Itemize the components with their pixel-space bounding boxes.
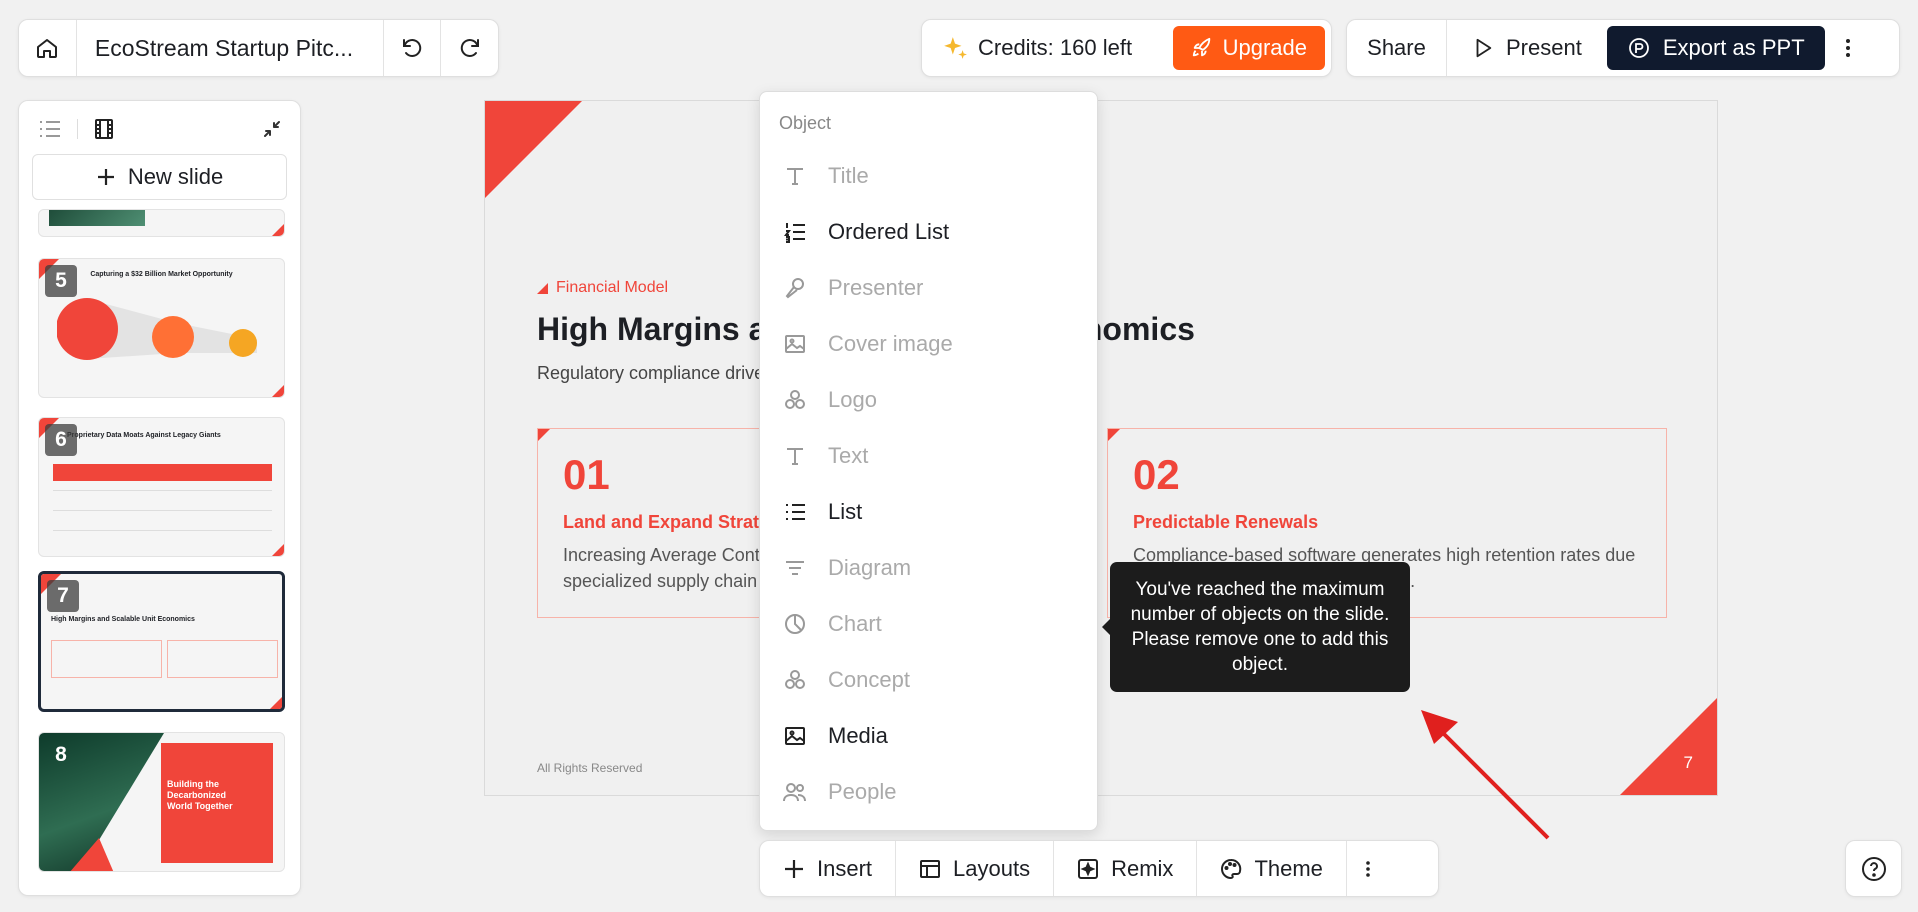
help-icon — [1861, 856, 1887, 882]
remix-button[interactable]: Remix — [1054, 841, 1198, 896]
layouts-button[interactable]: Layouts — [896, 841, 1055, 896]
vertical-dots-icon — [1365, 860, 1371, 878]
theme-label: Theme — [1254, 855, 1323, 881]
theme-button[interactable]: Theme — [1197, 841, 1347, 896]
insert-button[interactable]: Insert — [760, 841, 897, 896]
palette-icon — [1220, 858, 1242, 880]
plus-icon — [783, 858, 805, 880]
insert-label: Insert — [817, 855, 873, 881]
remix-icon — [1077, 858, 1099, 880]
layouts-label: Layouts — [953, 855, 1031, 881]
toolbar-more-button[interactable] — [1347, 841, 1389, 896]
remix-label: Remix — [1111, 855, 1174, 881]
layout-icon — [919, 858, 941, 880]
annotation-arrow — [1421, 710, 1550, 840]
help-button[interactable] — [1845, 840, 1902, 897]
editor-toolbar: Insert Layouts Remix Theme — [759, 840, 1439, 897]
